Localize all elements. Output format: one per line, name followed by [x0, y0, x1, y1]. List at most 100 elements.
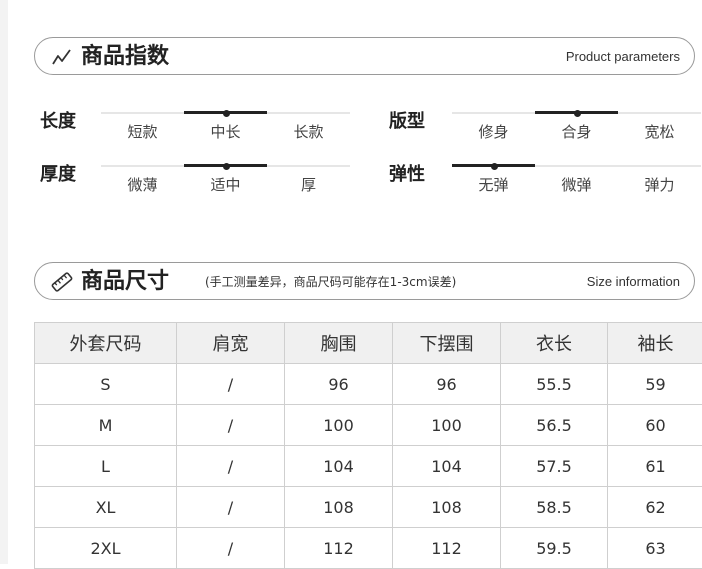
- size-table-header-cell: 下摆围: [393, 323, 501, 364]
- table-row: S/969655.559: [35, 364, 702, 405]
- table-cell: /: [177, 446, 285, 487]
- selection-bar: [452, 111, 535, 114]
- scale-option: 长款: [267, 112, 350, 142]
- scale-option-label: 合身: [535, 121, 618, 142]
- param-label: 厚度: [40, 160, 76, 186]
- param-scale: 短款中长长款: [101, 112, 350, 142]
- table-cell: /: [177, 528, 285, 569]
- table-cell: 61: [608, 446, 702, 487]
- table-cell: 104: [393, 446, 501, 487]
- size-table-header-cell: 胸围: [285, 323, 393, 364]
- scale-option-label: 宽松: [618, 121, 701, 142]
- product-parameters-header: 商品指数 Product parameters: [34, 37, 695, 75]
- scale-option-label: 长款: [267, 121, 350, 142]
- size-title: 商品尺寸: [81, 267, 169, 297]
- table-cell: 58.5: [501, 487, 608, 528]
- selection-dot: [491, 163, 498, 170]
- scale-option-label: 弹力: [618, 174, 701, 195]
- param-scale: 修身合身宽松: [452, 112, 701, 142]
- param-scale: 微薄适中厚: [101, 165, 350, 195]
- param-scale: 无弹微弹弹力: [452, 165, 701, 195]
- scale-option-label: 适中: [184, 174, 267, 195]
- table-cell: 108: [393, 487, 501, 528]
- selection-bar: [267, 111, 350, 114]
- selection-bar: [101, 111, 184, 114]
- trend-line-icon: [51, 47, 73, 67]
- table-cell: 96: [285, 364, 393, 405]
- scale-option-label: 微弹: [535, 174, 618, 195]
- selection-bar: [101, 164, 184, 167]
- table-cell: S: [35, 364, 177, 405]
- table-cell: /: [177, 364, 285, 405]
- left-edge-strip: [0, 0, 8, 564]
- size-table-header-cell: 袖长: [608, 323, 702, 364]
- table-cell: 112: [393, 528, 501, 569]
- table-cell: 57.5: [501, 446, 608, 487]
- table-row: M/10010056.560: [35, 405, 702, 446]
- table-cell: L: [35, 446, 177, 487]
- table-cell: 56.5: [501, 405, 608, 446]
- selection-dot: [574, 110, 581, 117]
- param-label: 版型: [389, 107, 425, 133]
- table-cell: 100: [393, 405, 501, 446]
- size-information-header: 商品尺寸 (手工测量差异，商品尺码可能存在1-3cm误差) Size infor…: [34, 262, 695, 300]
- scale-option-label: 修身: [452, 121, 535, 142]
- table-row: 2XL/11211259.563: [35, 528, 702, 569]
- size-table-body: S/969655.559M/10010056.560L/10410457.561…: [35, 364, 702, 569]
- selection-bar: [267, 164, 350, 167]
- table-cell: 108: [285, 487, 393, 528]
- scale-option-selected: 合身: [535, 112, 618, 142]
- table-cell: 55.5: [501, 364, 608, 405]
- scale-option-label: 无弹: [452, 174, 535, 195]
- scale-option-selected: 无弹: [452, 165, 535, 195]
- param-label: 长度: [40, 107, 76, 133]
- size-subtitle-en: Size information: [587, 273, 680, 291]
- size-table-header-cell: 肩宽: [177, 323, 285, 364]
- selection-dot: [223, 110, 230, 117]
- scale-option-label: 厚: [267, 174, 350, 195]
- scale-option: 厚: [267, 165, 350, 195]
- scale-option-selected: 适中: [184, 165, 267, 195]
- table-cell: /: [177, 487, 285, 528]
- scale-option: 修身: [452, 112, 535, 142]
- param-row: 长度短款中长长款版型修身合身宽松: [0, 107, 702, 147]
- table-cell: 59: [608, 364, 702, 405]
- scale-option-selected: 中长: [184, 112, 267, 142]
- scale-option: 微弹: [535, 165, 618, 195]
- selection-bar: [535, 164, 618, 167]
- table-cell: XL: [35, 487, 177, 528]
- scale-option: 微薄: [101, 165, 184, 195]
- size-table-header-row: 外套尺码肩宽胸围下摆围衣长袖长: [35, 323, 702, 364]
- size-table: 外套尺码肩宽胸围下摆围衣长袖长 S/969655.559M/10010056.5…: [34, 322, 702, 569]
- size-table-header-cell: 外套尺码: [35, 323, 177, 364]
- size-table-header-cell: 衣长: [501, 323, 608, 364]
- ruler-icon: [51, 272, 73, 292]
- param-label: 弹性: [389, 160, 425, 186]
- scale-option-label: 微薄: [101, 174, 184, 195]
- scale-option-label: 中长: [184, 121, 267, 142]
- table-cell: 112: [285, 528, 393, 569]
- scale-option: 宽松: [618, 112, 701, 142]
- table-cell: 100: [285, 405, 393, 446]
- table-cell: /: [177, 405, 285, 446]
- table-cell: 2XL: [35, 528, 177, 569]
- selection-bar: [618, 164, 701, 167]
- table-cell: 63: [608, 528, 702, 569]
- table-cell: 96: [393, 364, 501, 405]
- table-cell: 62: [608, 487, 702, 528]
- params-subtitle-en: Product parameters: [566, 48, 680, 66]
- scale-option: 弹力: [618, 165, 701, 195]
- table-cell: 59.5: [501, 528, 608, 569]
- table-cell: 104: [285, 446, 393, 487]
- selection-bar: [618, 111, 701, 114]
- params-title: 商品指数: [81, 42, 169, 72]
- size-note: (手工测量差异，商品尺码可能存在1-3cm误差): [205, 274, 456, 290]
- selection-dot: [223, 163, 230, 170]
- table-row: XL/10810858.562: [35, 487, 702, 528]
- scale-option: 短款: [101, 112, 184, 142]
- param-row: 厚度微薄适中厚弹性无弹微弹弹力: [0, 160, 702, 200]
- table-cell: 60: [608, 405, 702, 446]
- table-row: L/10410457.561: [35, 446, 702, 487]
- scale-option-label: 短款: [101, 121, 184, 142]
- table-cell: M: [35, 405, 177, 446]
